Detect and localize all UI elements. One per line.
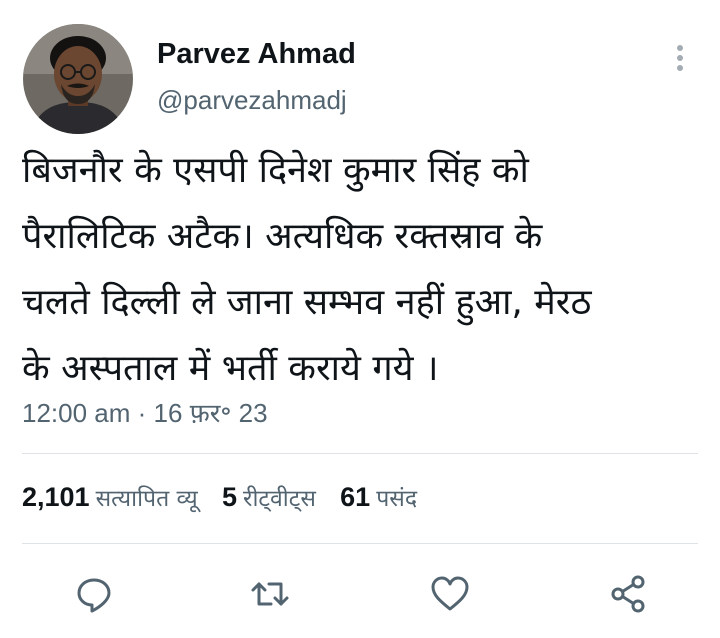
tweet-timestamp: 12:00 am · 16 फ़र॰ 23 bbox=[22, 394, 268, 430]
tweet-text: बिजनौर के एसपी दिनेश कुमार सिंह को पैराल… bbox=[22, 150, 592, 389]
share-icon bbox=[611, 575, 645, 613]
like-button[interactable] bbox=[428, 572, 472, 616]
retweets-stat[interactable]: 5 रीट्वीट्स bbox=[222, 481, 316, 513]
divider-top bbox=[22, 453, 698, 454]
more-vertical-icon bbox=[677, 45, 683, 71]
tweet-time[interactable]: 12:00 am bbox=[22, 398, 130, 428]
tweet-stats: 2,101 सत्यापित व्यू 5 रीट्वीट्स 61 पसंद bbox=[22, 481, 433, 513]
reply-icon bbox=[77, 578, 111, 613]
divider-bottom bbox=[22, 543, 698, 544]
action-bar bbox=[0, 572, 720, 616]
author-handle[interactable]: @parvezahmadj bbox=[157, 85, 347, 116]
avatar-image bbox=[23, 24, 133, 134]
reply-button[interactable] bbox=[72, 572, 116, 616]
author-name[interactable]: Parvez Ahmad bbox=[157, 38, 356, 71]
tweet-date[interactable]: 16 फ़र॰ 23 bbox=[154, 398, 268, 428]
retweet-button[interactable] bbox=[248, 572, 292, 616]
likes-label: पसंद bbox=[376, 486, 418, 512]
avatar[interactable] bbox=[23, 24, 133, 134]
views-stat[interactable]: 2,101 सत्यापित व्यू bbox=[22, 481, 198, 513]
meta-separator: · bbox=[137, 398, 147, 428]
retweets-count: 5 bbox=[222, 482, 238, 512]
likes-count: 61 bbox=[340, 482, 371, 512]
retweets-label: रीट्वीट्स bbox=[243, 486, 316, 512]
views-count: 2,101 bbox=[22, 482, 90, 512]
share-button[interactable] bbox=[606, 572, 650, 616]
heart-icon bbox=[431, 576, 469, 611]
tweet-card: Parvez Ahmad @parvezahmadj बिजनौर के एसप… bbox=[0, 0, 720, 638]
views-label: सत्यापित व्यू bbox=[95, 486, 198, 512]
retweet-icon bbox=[251, 582, 289, 606]
likes-stat[interactable]: 61 पसंद bbox=[340, 481, 417, 513]
more-options-button[interactable] bbox=[668, 40, 692, 76]
